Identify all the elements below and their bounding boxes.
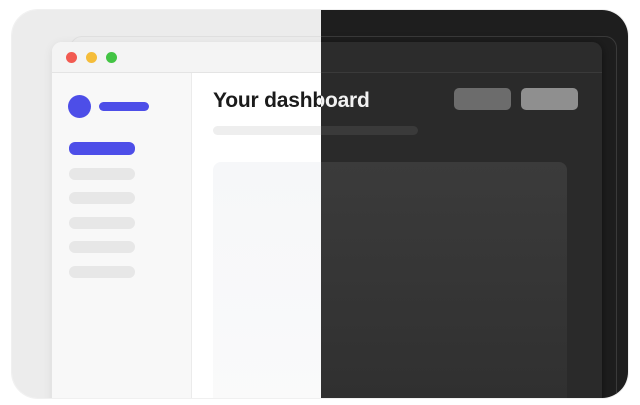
sidebar <box>52 73 192 398</box>
light-theme-half: Your dashboard <box>12 10 321 398</box>
page-title: Your dashboard <box>321 89 370 112</box>
app-window-dark: Your dashboard <box>321 42 602 398</box>
content-panel <box>321 162 567 398</box>
main-content: Your dashboard <box>321 73 602 398</box>
sidebar-item[interactable] <box>69 168 135 180</box>
subtitle-placeholder <box>321 126 418 135</box>
brand-name-placeholder <box>99 102 149 111</box>
secondary-button[interactable] <box>454 88 511 110</box>
sidebar-item[interactable] <box>69 266 135 278</box>
minimize-window-dot[interactable] <box>86 52 97 63</box>
window-titlebar <box>52 42 321 73</box>
sidebar-item-active[interactable] <box>69 142 135 155</box>
maximize-window-dot[interactable] <box>106 52 117 63</box>
sidebar-item[interactable] <box>69 241 135 253</box>
close-window-dot[interactable] <box>66 52 77 63</box>
theme-comparison-card: Your dashb oard <box>12 10 628 398</box>
dark-theme-half: Your dashboard <box>321 10 628 398</box>
content-panel <box>213 162 321 398</box>
app-window-light: Your dashboard <box>52 42 321 398</box>
subtitle-placeholder <box>213 126 321 135</box>
sidebar-item[interactable] <box>69 192 135 204</box>
avatar[interactable] <box>68 95 91 118</box>
primary-button[interactable] <box>521 88 578 110</box>
page-title: Your dashboard <box>213 89 321 112</box>
sidebar-item[interactable] <box>69 217 135 229</box>
window-titlebar <box>321 42 602 73</box>
main-content: Your dashboard <box>192 73 321 398</box>
